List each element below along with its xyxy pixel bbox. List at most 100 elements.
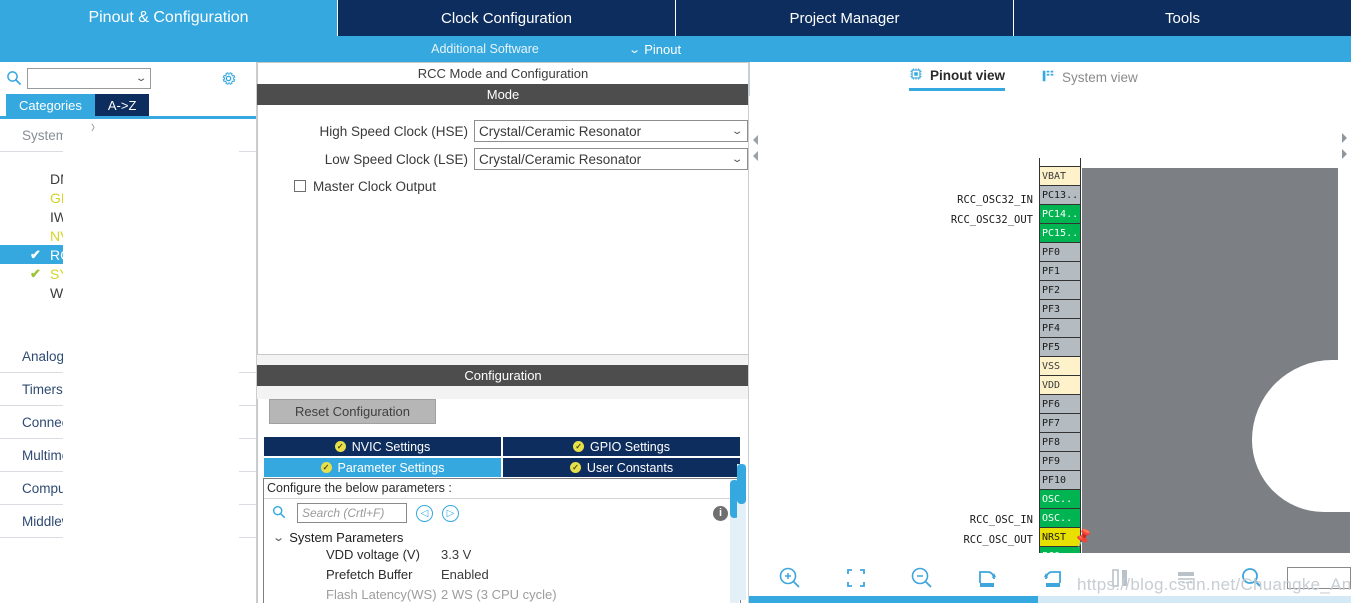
tab-gpio-settings[interactable]: ✓ GPIO Settings bbox=[502, 436, 741, 457]
tab-label: User Constants bbox=[586, 460, 674, 475]
sidebar-tab-label: Categories bbox=[19, 97, 82, 113]
rotate-right-icon[interactable] bbox=[975, 565, 1001, 591]
pin-label-osc-out: RCC_OSC_OUT bbox=[963, 534, 1033, 546]
tab-label: Clock Configuration bbox=[441, 9, 572, 27]
pin-pf4[interactable]: PF4 bbox=[1039, 318, 1081, 338]
gear-icon[interactable] bbox=[220, 70, 237, 87]
sidebar-group-label: Analog bbox=[22, 348, 65, 364]
pin-pf6[interactable]: PF6 bbox=[1039, 394, 1081, 414]
rcc-configuration-panel: RCC Mode and Configuration Mode High Spe… bbox=[257, 62, 749, 603]
master-clock-output-checkbox[interactable] bbox=[294, 180, 306, 192]
parameter-settings-panel: Configure the below parameters : Search … bbox=[263, 478, 741, 603]
panel-title-label: RCC Mode and Configuration bbox=[417, 66, 589, 81]
tab-pinout-view[interactable]: Pinout view bbox=[909, 67, 1006, 91]
pin-label-pc15: RCC_OSC32_OUT bbox=[950, 214, 1033, 226]
tab-tools[interactable]: Tools bbox=[1014, 0, 1351, 36]
parameter-row[interactable]: VDD voltage (V) 3.3 V bbox=[264, 547, 740, 567]
pin-pf3[interactable]: PF3 bbox=[1039, 299, 1081, 319]
sidebar: ⌄ Categories A->Z System Core ✔ ✔ Analog… bbox=[0, 62, 257, 603]
tab-system-view[interactable]: System view bbox=[1041, 69, 1138, 90]
check-circle-icon: ✓ bbox=[334, 441, 346, 452]
parameter-group-system-parameters[interactable]: ⌄ System Parameters bbox=[264, 527, 740, 547]
sidebar-tab-categories[interactable]: Categories bbox=[6, 94, 95, 116]
subnav-pinout[interactable]: ⌄ Pinout bbox=[628, 42, 681, 57]
center-panel-scrollbar[interactable] bbox=[737, 464, 746, 600]
pin-vdd[interactable]: VDD bbox=[1039, 375, 1081, 395]
tab-label: GPIO Settings bbox=[590, 439, 670, 454]
search-icon bbox=[6, 70, 22, 86]
mode-section-label: Mode bbox=[486, 87, 520, 102]
panel-title: RCC Mode and Configuration bbox=[257, 62, 749, 84]
pin-pc15[interactable]: PC15.. bbox=[1039, 223, 1081, 243]
zoom-out-icon[interactable] bbox=[909, 565, 935, 591]
pin-search-input[interactable] bbox=[1287, 567, 1351, 589]
info-icon[interactable]: i bbox=[713, 505, 728, 521]
fit-screen-icon[interactable] bbox=[843, 565, 869, 591]
pin-pf2[interactable]: PF2 bbox=[1039, 280, 1081, 300]
scroll-left-arrow-2[interactable] bbox=[749, 148, 762, 164]
subnav-additional-software[interactable]: Additional Software bbox=[340, 42, 630, 56]
tab-project-manager[interactable]: Project Manager bbox=[676, 0, 1014, 36]
tab-nvic-settings[interactable]: ✓ NVIC Settings bbox=[263, 436, 502, 457]
search-previous-button[interactable]: ◁ bbox=[416, 504, 433, 522]
sidebar-search-combo[interactable]: ⌄ bbox=[27, 67, 151, 89]
lse-select[interactable]: Crystal/Ceramic Resonator ⌄ bbox=[474, 148, 748, 170]
canvas-right-scrollbar[interactable] bbox=[1338, 130, 1351, 503]
pin-osc-out[interactable]: OSC.. bbox=[1039, 508, 1081, 528]
check-circle-icon: ✓ bbox=[573, 441, 585, 452]
reset-configuration-button[interactable]: Reset Configuration bbox=[269, 399, 436, 424]
lse-label: Low Speed Clock (LSE) bbox=[324, 151, 469, 167]
tab-clock-configuration[interactable]: Clock Configuration bbox=[338, 0, 676, 36]
configuration-section-body: Reset Configuration ✓ NVIC Settings ✓ GP… bbox=[257, 399, 749, 603]
pinout-canvas[interactable]: STM RCC_OSC32_IN RCC_OSC32_OUT RCC_OSC_I… bbox=[749, 96, 1351, 553]
pin-pf7[interactable]: PF7 bbox=[1039, 413, 1081, 433]
main-content: ⌄ Categories A->Z System Core ✔ ✔ Analog… bbox=[0, 62, 1351, 603]
sidebar-tab-label: A->Z bbox=[107, 97, 137, 113]
pin-pf1[interactable]: PF1 bbox=[1039, 261, 1081, 281]
pin-pf0[interactable]: PF0 bbox=[1039, 242, 1081, 262]
view-tab-bar: Pinout view System view bbox=[749, 62, 1351, 96]
parameter-name: Flash Latency(WS) bbox=[326, 587, 437, 602]
pin-vbat[interactable]: VBAT bbox=[1039, 166, 1081, 186]
configuration-section-label: Configuration bbox=[464, 368, 542, 383]
reset-configuration-label: Reset Configuration bbox=[295, 404, 410, 419]
pin-search-icon[interactable] bbox=[1239, 565, 1265, 591]
tab-pinout-configuration[interactable]: Pinout & Configuration bbox=[0, 0, 338, 36]
scroll-right-arrow-2[interactable] bbox=[1338, 146, 1351, 162]
parameter-toolbar: Search (Crtl+F) ◁ ▷ i bbox=[264, 499, 740, 527]
configuration-section-header: Configuration bbox=[257, 365, 749, 386]
flip-horizontal-icon[interactable] bbox=[1107, 565, 1133, 591]
sidebar-search-row: ⌄ bbox=[0, 62, 257, 94]
parameter-search-input[interactable]: Search (Crtl+F) bbox=[297, 503, 407, 523]
mode-section-body: High Speed Clock (HSE) Crystal/Ceramic R… bbox=[257, 105, 749, 355]
tab-label: Pinout & Configuration bbox=[88, 9, 249, 26]
sidebar-scrollbar[interactable] bbox=[246, 119, 255, 603]
scroll-left-arrow-1[interactable] bbox=[749, 132, 762, 148]
pin-osc-in[interactable]: OSC.. bbox=[1039, 489, 1081, 509]
pin-pf10[interactable]: PF10 bbox=[1039, 470, 1081, 490]
pin-vss[interactable]: VSS bbox=[1039, 356, 1081, 376]
parameter-value: 2 WS (3 CPU cycle) bbox=[441, 587, 557, 602]
hse-value: Crystal/Ceramic Resonator bbox=[479, 123, 642, 139]
search-next-button[interactable]: ▷ bbox=[442, 504, 459, 522]
keep-layout-icon[interactable] bbox=[1173, 565, 1199, 591]
sidebar-tab-a-to-z[interactable]: A->Z bbox=[94, 94, 150, 116]
parameter-row[interactable]: Flash Latency(WS) 2 WS (3 CPU cycle) bbox=[264, 587, 740, 603]
pin-pc13[interactable]: PC13.. bbox=[1039, 185, 1081, 205]
rotate-left-icon[interactable] bbox=[1041, 565, 1067, 591]
parameter-row[interactable]: Prefetch Buffer Enabled bbox=[264, 567, 740, 587]
hse-select[interactable]: Crystal/Ceramic Resonator ⌄ bbox=[474, 120, 748, 142]
pin-pf5[interactable]: PF5 bbox=[1039, 337, 1081, 357]
parameter-group-label: System Parameters bbox=[289, 529, 404, 545]
tab-user-constants[interactable]: ✓ User Constants bbox=[502, 457, 741, 478]
pin-pc0[interactable]: PC0 bbox=[1039, 546, 1081, 553]
master-clock-output-row[interactable]: Master Clock Output bbox=[258, 173, 748, 199]
zoom-in-icon[interactable] bbox=[777, 565, 803, 591]
tab-parameter-settings[interactable]: ✓ Parameter Settings bbox=[263, 457, 502, 478]
scroll-right-arrow-1[interactable] bbox=[1338, 130, 1351, 146]
pin-pf9[interactable]: PF9 bbox=[1039, 451, 1081, 471]
center-panel-scrollbar-thumb[interactable] bbox=[737, 464, 746, 504]
pin-pc14[interactable]: PC14.. bbox=[1039, 204, 1081, 224]
sidebar-group-middleware[interactable]: Middleware › bbox=[0, 119, 257, 603]
pin-pf8[interactable]: PF8 bbox=[1039, 432, 1081, 452]
